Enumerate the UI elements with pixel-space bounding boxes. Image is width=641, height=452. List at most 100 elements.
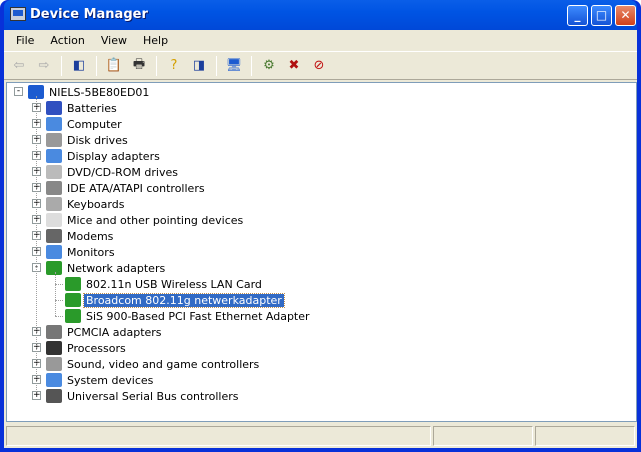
- status-bar: [4, 424, 637, 448]
- device-item[interactable]: Broadcom 802.11g netwerkadapter: [65, 292, 285, 308]
- device-category-icon: [65, 309, 81, 323]
- device-category-icon: [46, 357, 62, 371]
- tree-connector: [55, 316, 63, 317]
- menu-file[interactable]: File: [8, 34, 42, 47]
- uninstall-icon: ✖: [288, 58, 300, 73]
- tree-category[interactable]: Batteries: [46, 100, 119, 116]
- uninstall-button[interactable]: ✖: [283, 55, 305, 77]
- disable-icon: ⊘: [313, 58, 325, 73]
- device-manager-icon: [10, 7, 26, 21]
- node-label: Mice and other pointing devices: [67, 213, 244, 227]
- node-label: 802.11n USB Wireless LAN Card: [86, 277, 262, 291]
- forward-icon: ⇨: [38, 58, 50, 73]
- device-item[interactable]: 802.11n USB Wireless LAN Card: [65, 276, 264, 292]
- device-category-icon: [65, 293, 81, 307]
- properties-button[interactable]: 📋: [103, 55, 125, 77]
- device-category-icon: [46, 181, 62, 195]
- help-button[interactable]: ?: [163, 55, 185, 77]
- minimize-button[interactable]: _: [567, 5, 588, 26]
- show-hide-console-tree-button[interactable]: ◧: [68, 55, 90, 77]
- device-category-icon: [65, 277, 81, 291]
- device-category-icon: [46, 341, 62, 355]
- menu-view[interactable]: View: [93, 34, 135, 47]
- device-category-icon: [46, 149, 62, 163]
- tree-category[interactable]: Universal Serial Bus controllers: [46, 388, 240, 404]
- tree-category[interactable]: System devices: [46, 372, 155, 388]
- tree-category[interactable]: Network adapters: [46, 260, 167, 276]
- disable-button[interactable]: ⊘: [308, 55, 330, 77]
- node-label: Disk drives: [67, 133, 128, 147]
- print-icon: 🖶: [132, 56, 146, 72]
- device-category-icon: [46, 229, 62, 243]
- device-category-icon: [46, 117, 62, 131]
- tree-connector: [55, 284, 63, 285]
- node-label: Broadcom 802.11g netwerkadapter: [83, 292, 285, 308]
- toolbar: ⇦ ⇨ ◧ 📋 🖶? ◨ 🖥 ⚙ ✖ ⊘: [4, 52, 637, 80]
- update-driver-button[interactable]: ⚙: [258, 55, 280, 77]
- show-hide-console-tree-icon: ◧: [72, 58, 86, 73]
- tree-category[interactable]: Modems: [46, 228, 115, 244]
- back-icon: ⇦: [13, 58, 25, 73]
- expand-button[interactable]: +: [32, 391, 41, 400]
- device-tree[interactable]: NIELS-5BE80ED01- Batteries + Computer + Disk …: [6, 82, 637, 422]
- menu-action[interactable]: Action: [42, 34, 92, 47]
- device-category-icon: [46, 133, 62, 147]
- device-category-icon: [46, 213, 62, 227]
- node-label: Monitors: [67, 245, 115, 259]
- node-label: Network adapters: [67, 261, 166, 275]
- collapse-button[interactable]: -: [14, 87, 23, 96]
- device-category-icon: [46, 389, 62, 403]
- tree-category[interactable]: Sound, video and game controllers: [46, 356, 261, 372]
- scan-hardware-icon: 🖥: [225, 58, 243, 73]
- node-label: Sound, video and game controllers: [67, 357, 260, 371]
- tree-category[interactable]: PCMCIA adapters: [46, 324, 164, 340]
- properties-icon: 📋: [105, 58, 123, 73]
- tree-category[interactable]: Mice and other pointing devices: [46, 212, 245, 228]
- status-pane: [535, 426, 635, 446]
- root-node[interactable]: NIELS-5BE80ED01: [28, 84, 151, 100]
- forward-button[interactable]: ⇨: [33, 55, 55, 77]
- device-category-icon: [46, 165, 62, 179]
- node-label: System devices: [67, 373, 154, 387]
- tree-category[interactable]: IDE ATA/ATAPI controllers: [46, 180, 207, 196]
- device-category-icon: [46, 245, 62, 259]
- tree-category[interactable]: Disk drives: [46, 132, 130, 148]
- maximize-button[interactable]: □: [591, 5, 612, 26]
- tree-category[interactable]: Processors: [46, 340, 128, 356]
- node-label: Computer: [67, 117, 122, 131]
- tree-category[interactable]: Keyboards: [46, 196, 126, 212]
- status-pane: [433, 426, 533, 446]
- device-item[interactable]: SiS 900-Based PCI Fast Ethernet Adapter: [65, 308, 312, 324]
- scan-hardware-button[interactable]: 🖥: [223, 55, 245, 77]
- device-category-icon: [46, 197, 62, 211]
- back-button[interactable]: ⇦: [8, 55, 30, 77]
- title-bar[interactable]: Device Manager _ □ ✕: [4, 0, 637, 30]
- tree-category[interactable]: Computer: [46, 116, 124, 132]
- tree-category[interactable]: Display adapters: [46, 148, 162, 164]
- print-button[interactable]: 🖶: [128, 55, 150, 77]
- node-label: NIELS-5BE80ED01: [49, 85, 150, 99]
- update-driver-icon: ⚙: [263, 58, 275, 73]
- tree-category[interactable]: DVD/CD-ROM drives: [46, 164, 180, 180]
- node-label: IDE ATA/ATAPI controllers: [67, 181, 205, 195]
- node-label: Processors: [67, 341, 126, 355]
- device-category-icon: [46, 325, 62, 339]
- toolbar-separator: [251, 55, 252, 76]
- node-label: Modems: [67, 229, 114, 243]
- tree-connector: [55, 272, 56, 316]
- node-label: Keyboards: [67, 197, 125, 211]
- node-label: SiS 900-Based PCI Fast Ethernet Adapter: [86, 309, 310, 323]
- tree-connector: [36, 96, 37, 392]
- tree-connector: [55, 300, 63, 301]
- client-area: File Action View Help ⇦ ⇨ ◧ 📋 🖶? ◨ 🖥 ⚙ ✖ ⊘ NIELS-5BE…: [4, 30, 637, 448]
- node-label: Batteries: [67, 101, 117, 115]
- device-category-icon: [46, 101, 62, 115]
- menu-help[interactable]: Help: [135, 34, 176, 47]
- device-manager-window: Device Manager _ □ ✕ File Action View Help …: [0, 0, 641, 452]
- show-hide-action-pane-button[interactable]: ◨: [188, 55, 210, 77]
- close-button[interactable]: ✕: [615, 5, 636, 26]
- node-label: DVD/CD-ROM drives: [67, 165, 178, 179]
- toolbar-separator: [216, 55, 217, 76]
- tree-category[interactable]: Monitors: [46, 244, 117, 260]
- toolbar-separator: [61, 55, 62, 76]
